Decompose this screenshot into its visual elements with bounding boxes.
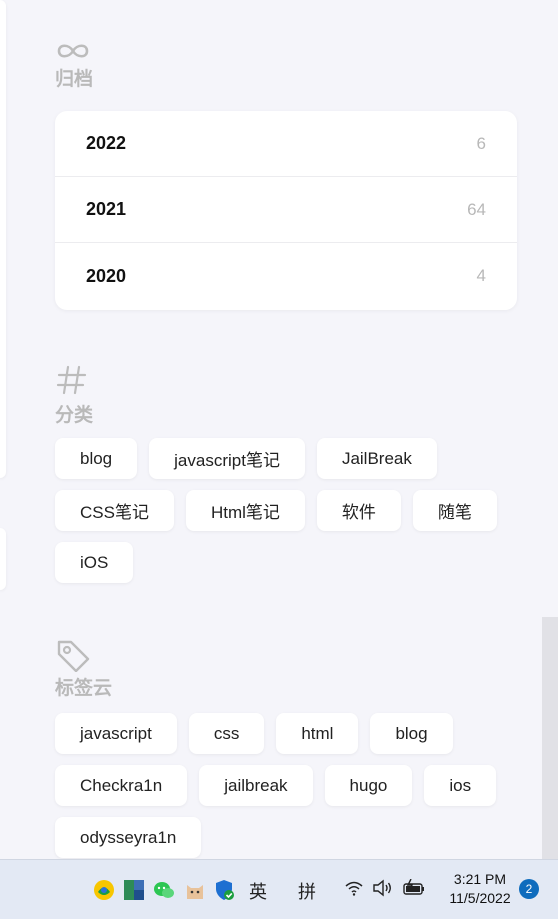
tag-cloud-list: javascript css html blog Checkra1n jailbreak h…: [55, 713, 525, 858]
archive-year: 2021: [86, 199, 127, 219]
archive-row[interactable]: 2020 4: [55, 243, 517, 309]
archive-row[interactable]: 2021 64: [55, 177, 517, 243]
archive-row[interactable]: 2022 6: [55, 111, 517, 177]
clock-time: 3:21 PM: [453, 871, 507, 887]
system-clock[interactable]: 3:21 PM 11/5/2022: [438, 870, 522, 908]
cloud-tag[interactable]: ios: [424, 765, 497, 806]
cloud-tag[interactable]: Checkra1n: [55, 765, 188, 806]
category-tag[interactable]: CSS笔记: [55, 490, 174, 531]
tag-icon: [57, 640, 90, 672]
cloud-tag[interactable]: javascript: [55, 713, 177, 754]
category-tag[interactable]: iOS: [55, 542, 134, 583]
battery-charging-icon[interactable]: [402, 879, 426, 897]
ime-mode-indicator[interactable]: 拼: [298, 878, 316, 904]
archive-list: 2022 6 2021 64 2020 4: [55, 111, 517, 310]
left-panel-edge: [0, 0, 6, 478]
category-tag[interactable]: Html笔记: [185, 490, 305, 531]
wifi-icon[interactable]: [344, 879, 364, 897]
infinity-icon: [57, 44, 89, 58]
categories-title: 分类: [55, 405, 94, 426]
category-list: blog javascript笔记 JailBreak CSS笔记 Html笔记 软件 随笔…: [55, 438, 525, 583]
cloud-tag[interactable]: css: [188, 713, 265, 754]
volume-icon[interactable]: [372, 879, 394, 897]
archive-section-header: 归档: [55, 40, 93, 91]
clock-date: 11/5/2022: [449, 890, 511, 906]
cloud-tag[interactable]: odysseyra1n: [55, 817, 202, 858]
category-tag[interactable]: JailBreak: [316, 438, 437, 479]
archive-year: 2022: [86, 133, 127, 153]
tag-cloud-section-header: 标签云: [55, 638, 112, 700]
hash-icon: [56, 365, 87, 395]
category-tag[interactable]: javascript笔记: [149, 438, 305, 479]
archive-title: 归档: [55, 69, 94, 90]
qq-browser-icon[interactable]: [93, 879, 115, 901]
scrollbar-track[interactable]: [542, 617, 558, 859]
category-tag[interactable]: 随笔: [412, 490, 497, 531]
archive-count: 64: [467, 199, 486, 219]
notification-badge[interactable]: 2: [519, 879, 539, 899]
app-grid-icon[interactable]: [123, 879, 145, 901]
category-tag[interactable]: 软件: [316, 490, 401, 531]
security-shield-icon[interactable]: [214, 879, 236, 901]
tag-cloud-title: 标签云: [55, 678, 113, 699]
left-panel-edge: [0, 528, 6, 590]
category-tag[interactable]: blog: [55, 438, 138, 479]
cloud-tag[interactable]: html: [276, 713, 359, 754]
ime-language-indicator[interactable]: 英: [249, 878, 267, 904]
archive-count: 4: [476, 266, 486, 285]
categories-section-header: 分类: [55, 364, 93, 427]
cloud-tag[interactable]: jailbreak: [199, 765, 313, 806]
cloud-tag[interactable]: hugo: [324, 765, 413, 806]
cat-app-icon[interactable]: [184, 879, 206, 901]
archive-year: 2020: [86, 265, 127, 286]
archive-count: 6: [476, 133, 486, 153]
cloud-tag[interactable]: blog: [370, 713, 453, 754]
windows-taskbar: 英 拼 3:21 PM 11/5/2022 2: [0, 859, 558, 919]
wechat-icon[interactable]: [153, 879, 175, 901]
